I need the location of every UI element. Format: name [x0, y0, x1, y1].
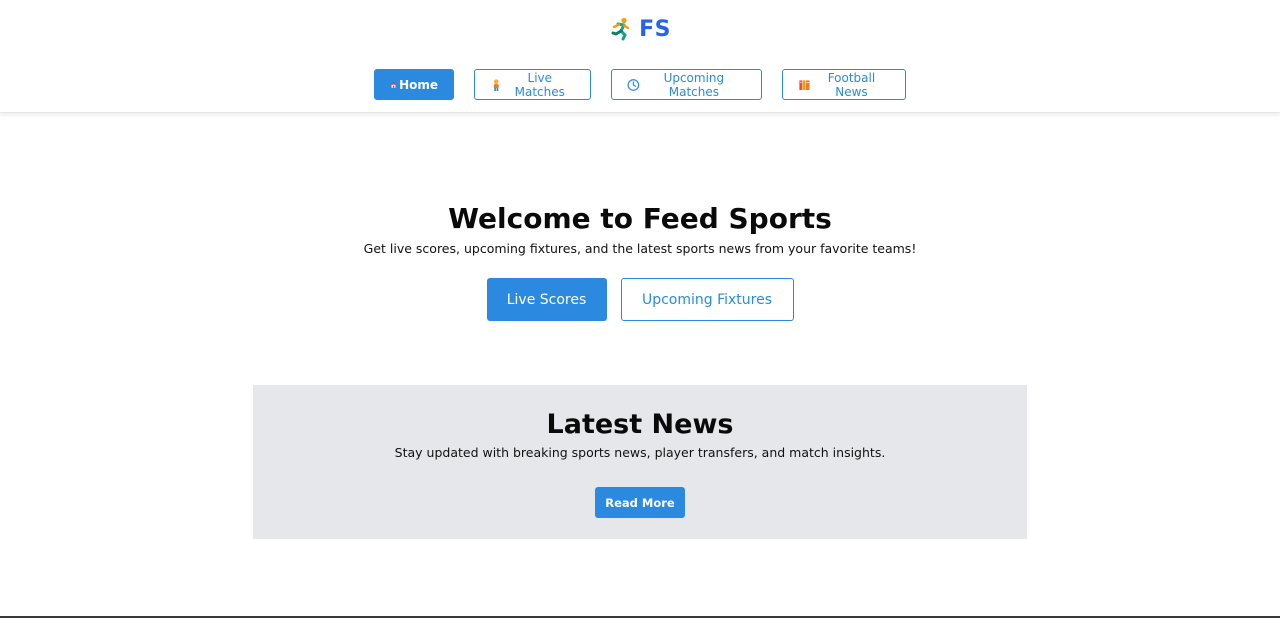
live-scores-button[interactable]: Live Scores — [486, 278, 607, 321]
upcoming-fixtures-button[interactable]: Upcoming Fixtures — [620, 278, 794, 321]
nav-upcoming-matches-button[interactable]: Upcoming Matches — [611, 69, 762, 100]
news-subtitle: Stay updated with breaking sports news, … — [394, 445, 886, 460]
hero-actions: Live Scores Upcoming Fixtures — [0, 278, 1280, 321]
nav-home-label: Home — [399, 77, 438, 92]
nav-home-button[interactable]: Home — [374, 69, 454, 100]
hero-subtitle: Get live scores, upcoming fixtures, and … — [363, 241, 917, 256]
nav-upcoming-matches-label: Upcoming Matches — [663, 70, 725, 99]
main-nav: Home Live Matches Upcoming Matches Footb… — [0, 69, 1280, 100]
read-more-button[interactable]: Read More — [595, 487, 685, 518]
hero-section: Welcome to Feed Sports Get live scores, … — [0, 200, 1280, 321]
latest-news-section: Latest News Stay updated with breaking s… — [253, 385, 1027, 539]
books-icon — [799, 79, 810, 90]
hero-title: Welcome to Feed Sports — [448, 202, 832, 235]
clock-icon — [627, 78, 640, 91]
house-icon — [390, 81, 397, 88]
nav-live-matches-label: Live Matches — [514, 70, 565, 99]
site-header: FS Home Live Matches Upcoming Matches Fo… — [0, 0, 1280, 113]
brand[interactable]: FS — [0, 14, 1280, 44]
news-title: Latest News — [546, 409, 734, 440]
nav-football-news-label: Football News — [827, 70, 876, 99]
person-icon — [493, 78, 499, 91]
nav-football-news-button[interactable]: Football News — [782, 69, 906, 100]
brand-name: FS — [639, 16, 671, 42]
nav-live-matches-button[interactable]: Live Matches — [474, 69, 591, 100]
runner-icon — [611, 17, 630, 41]
